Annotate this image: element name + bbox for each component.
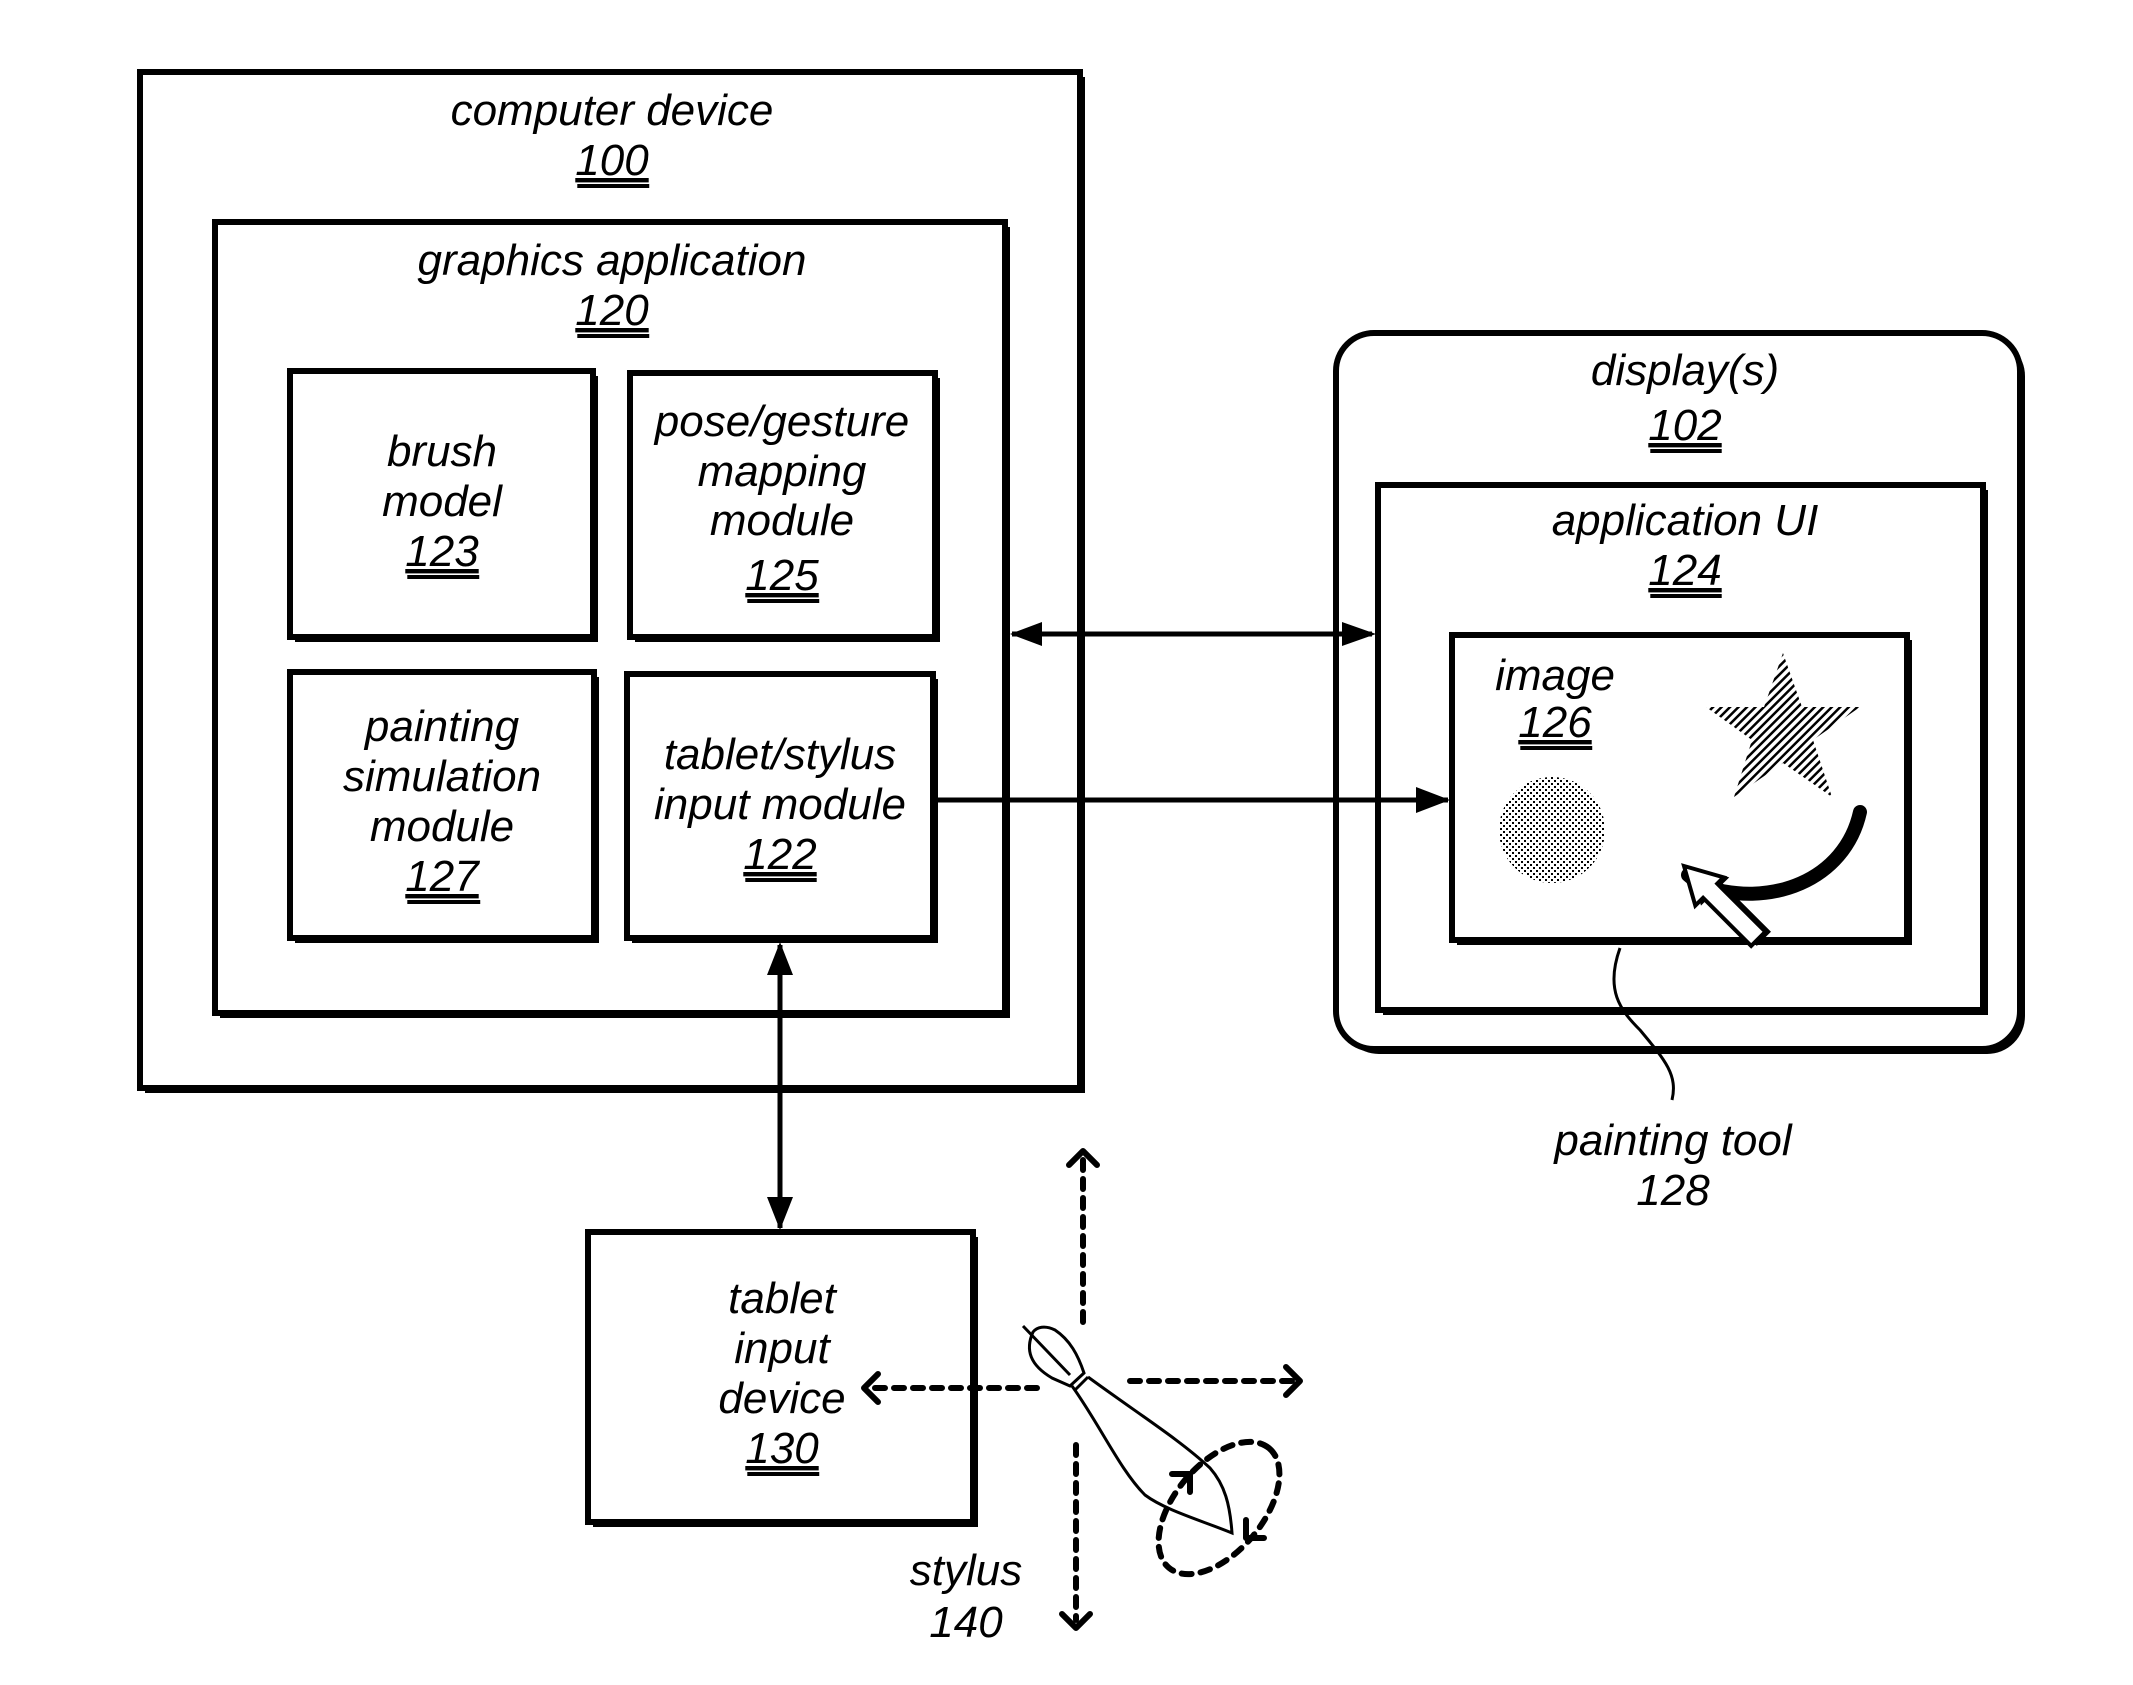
pose-gesture-line-3: module <box>710 496 854 545</box>
image-box: image 126 <box>1449 632 1912 949</box>
application-ui-ref: 124 <box>1648 546 1721 595</box>
arrowhead-down <box>767 1197 793 1230</box>
painting-simulation-module-box: painting simulation module 127 <box>287 669 599 943</box>
tablet-input-device-line-3: device <box>718 1374 845 1423</box>
pose-gesture-line-1: pose/gesture <box>653 397 909 446</box>
application-ui-label: application UI <box>1552 496 1819 545</box>
painting-simulation-line-3: module <box>370 802 514 851</box>
image-ref: 126 <box>1518 698 1592 747</box>
brush-model-line-1: brush <box>387 427 497 476</box>
brush-model-line-2: model <box>382 477 503 526</box>
displays-label: display(s) <box>1591 346 1779 395</box>
painting-simulation-line-1: painting <box>363 702 520 751</box>
brush-model-box: brush model 123 <box>287 368 598 642</box>
pose-gesture-mapping-module-box: pose/gesture mapping module 125 <box>627 370 940 642</box>
pose-gesture-ref: 125 <box>745 551 819 600</box>
system-diagram: computer device 100 graphics application… <box>137 69 2025 1647</box>
tablet-input-device-line-1: tablet <box>728 1274 837 1323</box>
painting-tool-label: painting tool <box>1552 1116 1793 1165</box>
painting-simulation-line-2: simulation <box>343 752 541 801</box>
graphics-application-ref: 120 <box>575 286 649 335</box>
pose-gesture-line-2: mapping <box>698 447 867 496</box>
tablet-input-device-ref: 130 <box>745 1424 819 1473</box>
tablet-input-device-line-2: input <box>734 1324 831 1373</box>
stylus-icon <box>1021 1324 1234 1536</box>
image-label: image <box>1495 651 1615 700</box>
tablet-stylus-ref: 122 <box>743 830 816 879</box>
stylus-ref: 140 <box>929 1598 1003 1647</box>
computer-device-label: computer device <box>451 86 774 135</box>
painting-simulation-ref: 127 <box>405 852 480 901</box>
displays-ref: 102 <box>1648 401 1721 450</box>
stylus-label: stylus <box>910 1546 1022 1595</box>
tablet-input-device-box: tablet input device 130 <box>585 1229 978 1527</box>
dotted-circle-shape <box>1499 777 1605 883</box>
tablet-stylus-line-1: tablet/stylus <box>664 730 896 779</box>
tablet-stylus-line-2: input module <box>654 780 906 829</box>
rotation-ellipse <box>1155 1438 1283 1578</box>
painting-tool-ref: 128 <box>1636 1166 1710 1215</box>
graphics-application-label: graphics application <box>418 236 807 285</box>
brush-model-ref: 123 <box>405 527 479 576</box>
computer-device-ref: 100 <box>575 136 649 185</box>
tablet-stylus-input-module-box: tablet/stylus input module 122 <box>624 671 938 943</box>
